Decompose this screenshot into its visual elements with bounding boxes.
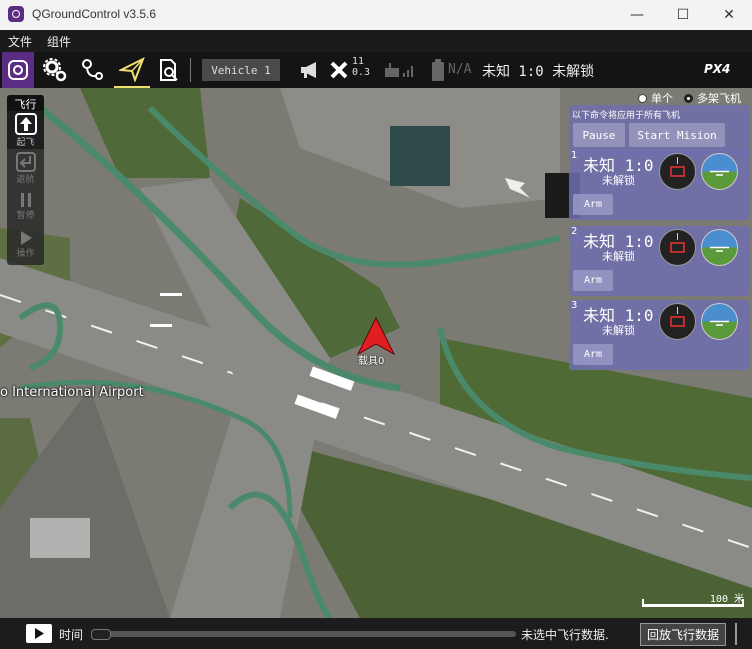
minimize-button[interactable]: — [614,0,660,30]
multi-vehicle-commands: 以下命令将应用于所有飞机 Pause Start Mision [569,105,749,155]
rtl-label: 返航 [16,174,35,185]
pause-button[interactable]: 暂停 [7,187,44,225]
vehicle-id: 3 [571,300,578,311]
plan-button[interactable] [76,52,110,88]
menu-bar: 文件 组件 [0,30,752,52]
fly-toolstrip: 飞行 起飞 返航 暂停 操作 [7,95,44,265]
vehicle-marker-label: 载具0 [358,356,385,367]
multi-vehicle-label: 多架飞机 [697,92,741,105]
gps-button[interactable] [328,52,350,88]
arm-button[interactable]: Arm [573,270,613,291]
main-toolbar: Vehicle 1 11 0.3 N/A 未知 1:0 未解锁 PX4 [0,52,752,88]
pause-icon [20,192,31,207]
rc-rssi-button[interactable] [382,52,418,88]
multi-vehicle-radio[interactable]: 多架飞机 [684,90,741,106]
playback-status: 未选中飞行数据. [521,628,609,642]
fly-toolstrip-title: 飞行 [7,95,44,111]
resize-handle[interactable] [735,623,737,645]
arm-button[interactable]: Arm [573,344,613,365]
vehicle-card: 3 未知 1:0 未解锁 Arm [569,300,749,370]
takeoff-icon [14,112,37,135]
radio-indicator-selected [684,93,693,103]
takeoff-label: 起飞 [16,137,35,148]
single-vehicle-radio[interactable]: 单个 [638,90,673,106]
takeoff-button[interactable]: 起飞 [7,111,44,149]
play-icon [20,230,32,245]
play-icon [35,628,44,639]
start-mission-button[interactable]: Start Mision [629,123,725,147]
pause-all-button[interactable]: Pause [573,123,625,147]
playback-slider-handle[interactable] [91,629,111,640]
close-button[interactable]: ✕ [706,0,752,30]
analyze-button[interactable] [152,52,186,88]
gear-icon [43,58,67,82]
analyze-icon [160,59,178,81]
satellite-icon [330,61,348,79]
gps-hdop: 0.3 [352,67,371,78]
route-plan-icon [82,59,103,80]
window-title: QGroundControl v3.5.6 [32,7,157,21]
battery-icon [432,59,444,81]
map-scale-bar [642,599,744,607]
return-home-icon [15,151,36,172]
playback-slider[interactable] [91,629,516,640]
action-label: 操作 [16,248,35,259]
qgc-logo-icon [8,60,28,80]
replay-flight-data-button[interactable]: 回放飞行数据 [640,623,726,646]
vehicle-selector[interactable]: Vehicle 1 [202,59,280,81]
vehicle-id: 2 [571,226,578,237]
rtl-button[interactable]: 返航 [7,149,44,187]
play-button[interactable] [26,624,52,643]
settings-button[interactable] [38,52,72,88]
qgc-logo-button[interactable] [2,52,34,88]
rc-transmitter-icon [385,63,413,77]
arm-state: 未解锁 [602,250,635,263]
action-button[interactable]: 操作 [7,225,44,263]
qgc-app-icon [8,6,24,22]
compass-instrument [659,229,696,266]
arm-button[interactable]: Arm [573,194,613,215]
multi-vehicle-header: 以下命令将应用于所有飞机 [572,111,681,121]
toolbar-divider [190,58,191,82]
time-label: 时间 [59,628,84,642]
menu-widgets[interactable]: 组件 [47,33,71,50]
title-bar: QGroundControl v3.5.6 — ☐ ✕ [0,0,752,30]
megaphone-icon [301,62,316,78]
battery-readout: N/A [448,62,472,77]
vehicle-status[interactable]: 未知 1:0 未解锁 [482,61,594,81]
map-scale: 100 米 [640,590,746,612]
menu-file[interactable]: 文件 [8,33,32,50]
single-vehicle-label: 单个 [651,92,673,105]
attitude-instrument [701,229,738,266]
arm-state: 未解锁 [602,174,635,187]
vehicle-card: 2 未知 1:0 未解锁 Arm [569,226,749,296]
vehicle-marker[interactable] [356,316,396,356]
radio-indicator [638,93,647,103]
attitude-instrument [701,303,738,340]
compass-instrument [659,153,696,190]
px4-logo: PX4 [704,62,731,76]
vehicle-card: 1 未知 1:0 未解锁 Arm [569,150,749,220]
compass-instrument [659,303,696,340]
map-scale-label: 100 米 [709,594,744,605]
attitude-instrument [701,153,738,190]
pause-label: 暂停 [16,210,35,221]
log-playback-bar: 时间 未选中飞行数据. 回放飞行数据 [0,618,752,649]
maximize-button[interactable]: ☐ [660,0,706,30]
paper-plane-icon [119,56,145,82]
battery-button[interactable] [430,52,446,88]
gps-sat-count: 11 [352,56,365,67]
messages-button[interactable] [298,52,322,88]
gps-readout: 11 0.3 [352,56,370,78]
vehicle-id: 1 [571,150,578,161]
fly-button[interactable] [114,52,150,88]
map-airport-label: o International Airport [0,385,144,400]
arm-state: 未解锁 [602,324,635,337]
